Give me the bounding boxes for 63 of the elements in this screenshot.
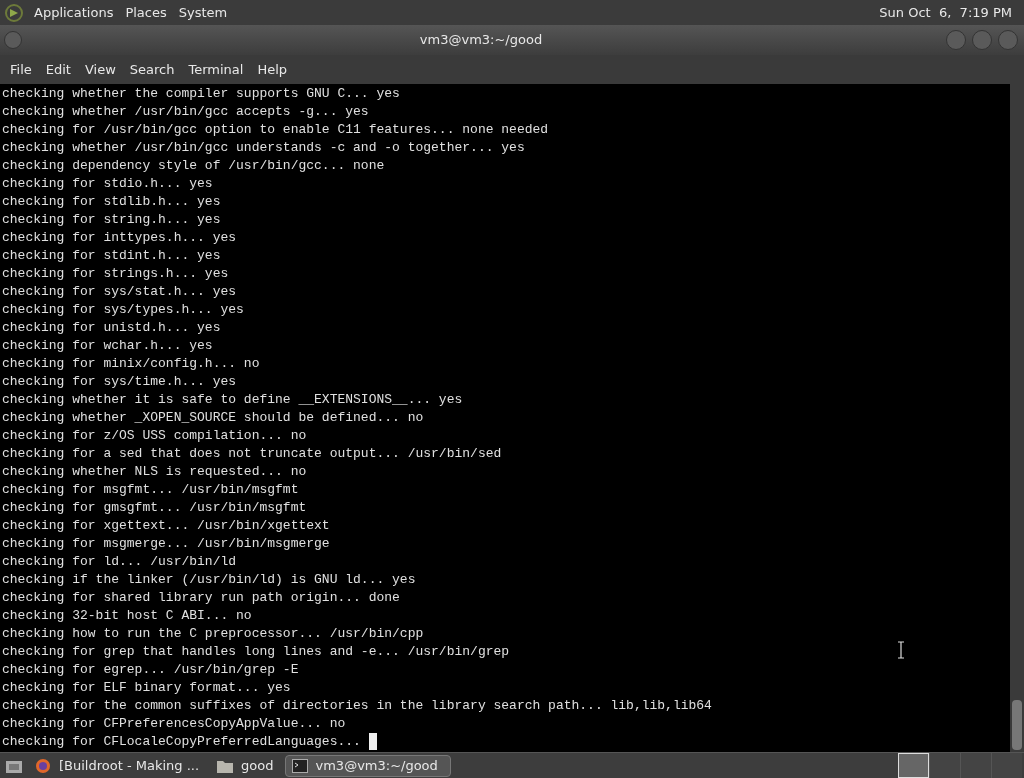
terminal-line: checking whether /usr/bin/gcc understands -c and -o together... yes — [2, 139, 525, 157]
terminal-line: checking for xgettext... /usr/bin/xgettext — [2, 517, 330, 535]
panel-menu[interactable]: Applications — [28, 2, 120, 23]
taskbar-button[interactable]: good — [210, 754, 281, 777]
terminal-line: checking for stdio.h... yes — [2, 175, 213, 193]
panel-menu[interactable]: System — [172, 2, 234, 23]
window-menu-icon[interactable] — [4, 31, 22, 49]
logo-icon — [4, 2, 24, 23]
terminal-line: checking for wchar.h... yes — [2, 337, 213, 355]
terminal-line: checking for sys/types.h... yes — [2, 301, 244, 319]
terminal-line: checking if the linker (/usr/bin/ld) is GNU ld... yes — [2, 571, 416, 589]
terminal-line: checking whether it is safe to define __EXTENSIONS__... yes — [2, 391, 463, 409]
terminal-line: checking for gmsgfmt... /usr/bin/msgfmt — [2, 499, 307, 517]
minimize-button[interactable] — [946, 30, 966, 50]
terminal-line: checking for msgfmt... /usr/bin/msgfmt — [2, 481, 299, 499]
text-cursor — [368, 733, 377, 750]
terminal-line: checking whether the compiler supports GNU C... yes — [2, 85, 400, 103]
terminal-line: checking for CFPreferencesCopyAppValue... no — [2, 715, 346, 733]
terminal-line: checking whether _XOPEN_SOURCE should be defined... no — [2, 409, 424, 427]
terminal-line: checking for a sed that does not truncate output... /usr/bin/sed — [2, 445, 502, 463]
terminal-line: checking 32-bit host C ABI... no — [2, 607, 252, 625]
terminal-line: checking whether NLS is requested... no — [2, 463, 307, 481]
terminal-line: checking whether /usr/bin/gcc accepts -g... yes — [2, 103, 369, 121]
terminal-line: checking for strings.h... yes — [2, 265, 229, 283]
close-button[interactable] — [998, 30, 1018, 50]
menu-item[interactable]: View — [77, 59, 123, 80]
terminal-line: checking for z/OS USS compilation... no — [2, 427, 307, 445]
folder-icon — [217, 758, 234, 773]
terminal-line: checking how to run the C preprocessor... /usr/bin/cpp — [2, 625, 424, 643]
globe-icon — [35, 757, 51, 774]
terminal-line: checking for CFLocaleCopyPreferredLanguages... — [2, 733, 362, 751]
scrollbar[interactable] — [1010, 84, 1024, 752]
terminal-line: checking dependency style of /usr/bin/gcc... none — [2, 157, 385, 175]
terminal-line: checking for the common suffixes of directories in the library search path... lib,lib,lib64 — [2, 697, 712, 715]
menu-item[interactable]: Terminal — [181, 59, 251, 80]
terminal-line: checking for inttypes.h... yes — [2, 229, 237, 247]
terminal-line: checking for stdint.h... yes — [2, 247, 221, 265]
terminal-line: checking for minix/config.h... no — [2, 355, 260, 373]
menu-item[interactable]: Search — [122, 59, 182, 80]
terminal-line: checking for sys/time.h... yes — [2, 373, 237, 391]
window-title: vm3@vm3:~/good — [418, 31, 544, 50]
panel-menu[interactable]: Places — [119, 2, 173, 23]
terminal-line: checking for unistd.h... yes — [2, 319, 221, 337]
terminal-line: checking for sys/stat.h... yes — [2, 283, 237, 301]
terminal-line: checking for shared library run path origin... done — [2, 589, 400, 607]
terminal-line: checking for /usr/bin/gcc option to enable C11 features... none needed — [2, 121, 549, 139]
taskbar-button[interactable]: [Buildroot - Making ... — [28, 754, 207, 777]
terminal-line: checking for ld... /usr/bin/ld — [2, 553, 237, 571]
clock[interactable]: Sun Oct 6, 7:19 PM — [871, 2, 1020, 23]
terminal-line: checking for msgmerge... /usr/bin/msgmerge — [2, 535, 330, 553]
scrollbar-thumb[interactable] — [1012, 700, 1022, 750]
menu-item[interactable]: File — [3, 59, 39, 80]
menu-item[interactable]: Help — [250, 59, 295, 80]
taskbar-button[interactable]: vm3@vm3:~/good — [284, 754, 451, 777]
terminal-line: checking for egrep... /usr/bin/grep -E — [2, 661, 299, 679]
terminal-line: checking for string.h... yes — [2, 211, 221, 229]
terminal-line: checking for grep that handles long lines and -e... /usr/bin/grep — [2, 643, 510, 661]
terminal-icon — [291, 758, 308, 773]
text-cursor-icon — [897, 641, 905, 659]
menu-item[interactable]: Edit — [38, 59, 78, 80]
terminal-line: checking for ELF binary format... yes — [2, 679, 291, 697]
terminal-line: checking for stdlib.h... yes — [2, 193, 221, 211]
maximize-button[interactable] — [972, 30, 992, 50]
